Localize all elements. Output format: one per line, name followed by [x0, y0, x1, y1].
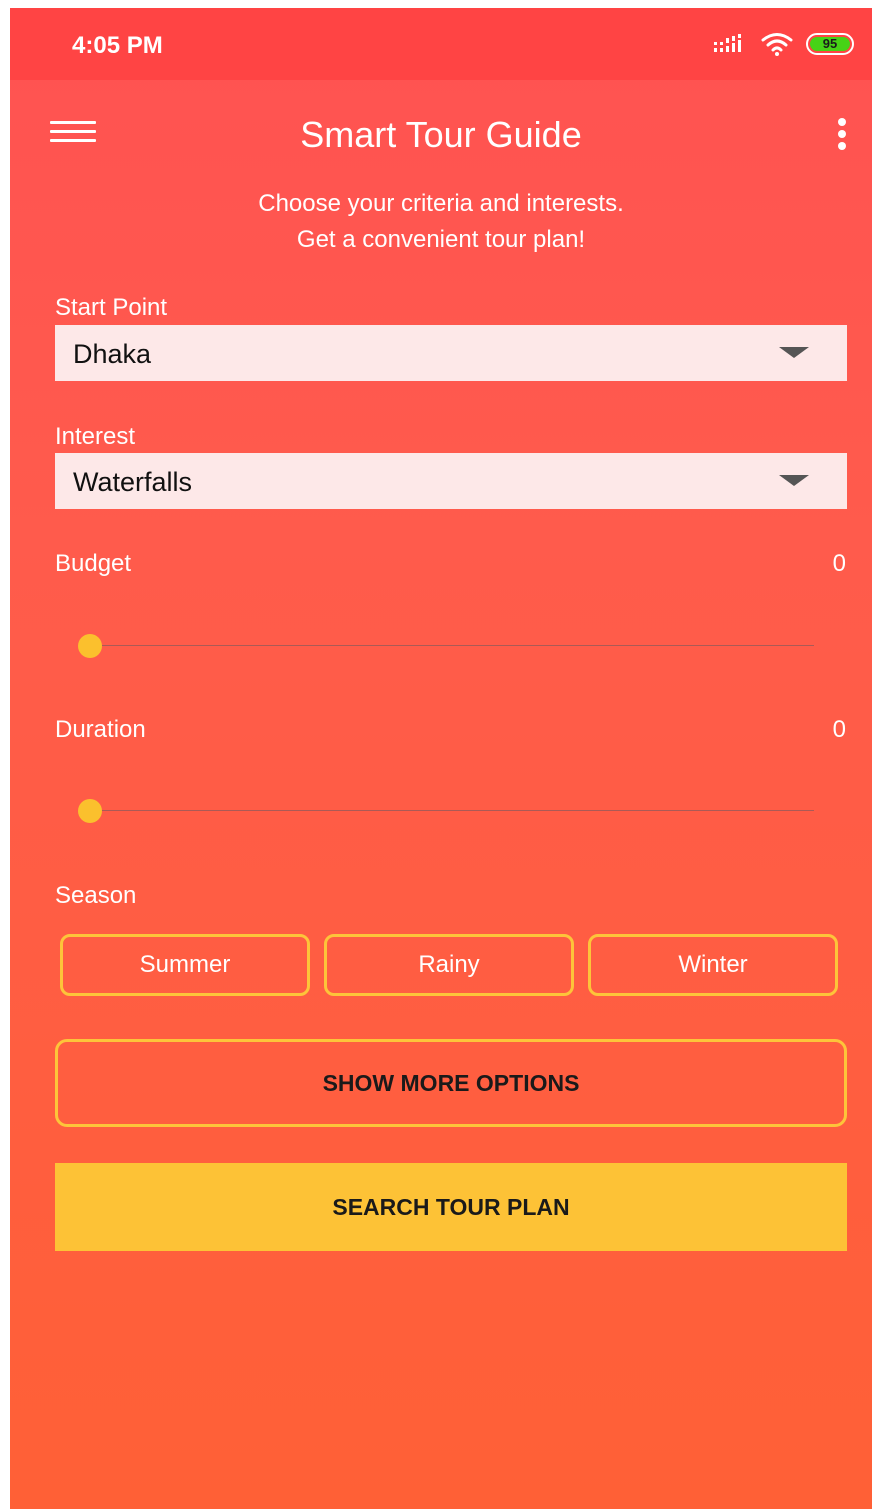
season-summer-button[interactable]: Summer: [60, 934, 310, 996]
intro-line-1: Choose your criteria and interests.: [258, 190, 624, 217]
start-point-value: Dhaka: [73, 339, 152, 369]
status-bar: 4:05 PM 95: [10, 8, 872, 80]
battery-level: 95: [822, 36, 838, 51]
duration-slider-track: [90, 810, 814, 811]
budget-value: 0: [832, 550, 846, 577]
status-time: 4:05 PM: [72, 32, 163, 59]
season-label: Season: [55, 882, 137, 909]
battery-icon: 95: [806, 33, 854, 55]
wifi-icon: [761, 33, 793, 56]
season-rainy-button[interactable]: Rainy: [324, 934, 574, 996]
interest-value: Waterfalls: [73, 467, 193, 497]
page-title: Smart Tour Guide: [300, 114, 582, 155]
start-point-dropdown[interactable]: Dhaka: [55, 325, 847, 381]
signal-icon: [714, 34, 741, 52]
interest-label: Interest: [55, 423, 136, 450]
app-screen: 4:05 PM 95 Smart Tour Guide Choose your …: [10, 8, 872, 1509]
more-vert-icon[interactable]: [832, 116, 852, 156]
chevron-down-icon: [779, 347, 809, 358]
start-point-label: Start Point: [55, 294, 168, 321]
budget-label: Budget: [55, 550, 132, 577]
chevron-down-icon: [779, 475, 809, 486]
duration-label: Duration: [55, 716, 146, 743]
budget-slider-thumb[interactable]: [78, 634, 102, 658]
search-tour-plan-button[interactable]: SEARCH TOUR PLAN: [55, 1163, 847, 1251]
budget-slider-track: [90, 645, 814, 646]
duration-slider-thumb[interactable]: [78, 799, 102, 823]
intro-text: Choose your criteria and interests. Get …: [10, 186, 872, 258]
app-toolbar: Smart Tour Guide: [10, 88, 872, 178]
show-more-options-button[interactable]: SHOW MORE OPTIONS: [55, 1039, 847, 1127]
duration-slider[interactable]: [78, 799, 814, 823]
season-options: Summer Rainy Winter: [60, 934, 842, 998]
status-icons: 95: [714, 30, 854, 58]
season-winter-button[interactable]: Winter: [588, 934, 838, 996]
duration-value: 0: [832, 716, 846, 743]
intro-line-2: Get a convenient tour plan!: [296, 226, 586, 253]
interest-dropdown[interactable]: Waterfalls: [55, 453, 847, 509]
budget-slider[interactable]: [78, 634, 814, 658]
